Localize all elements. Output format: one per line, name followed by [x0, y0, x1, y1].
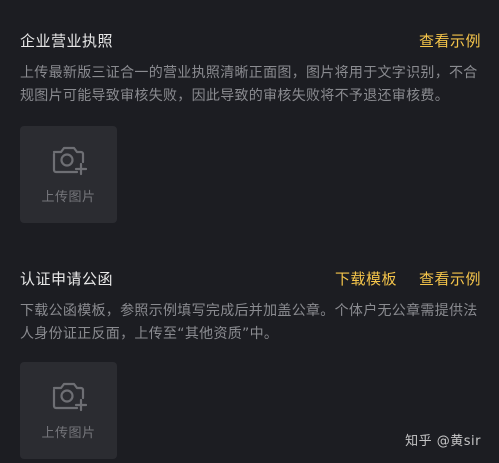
section-title: 企业营业执照 [20, 31, 114, 50]
camera-plus-icon [52, 382, 87, 412]
section-description: 下载公函模板，参照示例填写完成后并加盖公章。个体户无公章需提供法人身份证正反面，… [20, 303, 478, 342]
watermark: 知乎 @黄sir [405, 434, 481, 449]
section-header: 认证申请公函 下载模板 查看示例 [20, 266, 481, 290]
camera-plus-icon [52, 146, 87, 176]
section-title: 认证申请公函 [20, 269, 114, 288]
view-example-link[interactable]: 查看示例 [419, 30, 481, 51]
business-license-section: 企业营业执照 查看示例 上传最新版三证合一的营业执照清晰正面图，图片将用于文字识… [20, 28, 481, 223]
view-example-link[interactable]: 查看示例 [419, 268, 481, 289]
section-header: 企业营业执照 查看示例 [20, 28, 481, 52]
upload-image-button[interactable]: 上传图片 [20, 362, 117, 459]
upload-label: 上传图片 [41, 190, 96, 205]
download-template-link[interactable]: 下载模板 [335, 268, 397, 289]
section-actions: 查看示例 [419, 30, 481, 51]
upload-image-button[interactable]: 上传图片 [20, 126, 117, 223]
section-description: 上传最新版三证合一的营业执照清晰正面图，图片将用于文字识别，不合规图片可能导致审… [20, 65, 478, 104]
section-actions: 下载模板 查看示例 [335, 268, 481, 289]
upload-label: 上传图片 [41, 426, 96, 441]
